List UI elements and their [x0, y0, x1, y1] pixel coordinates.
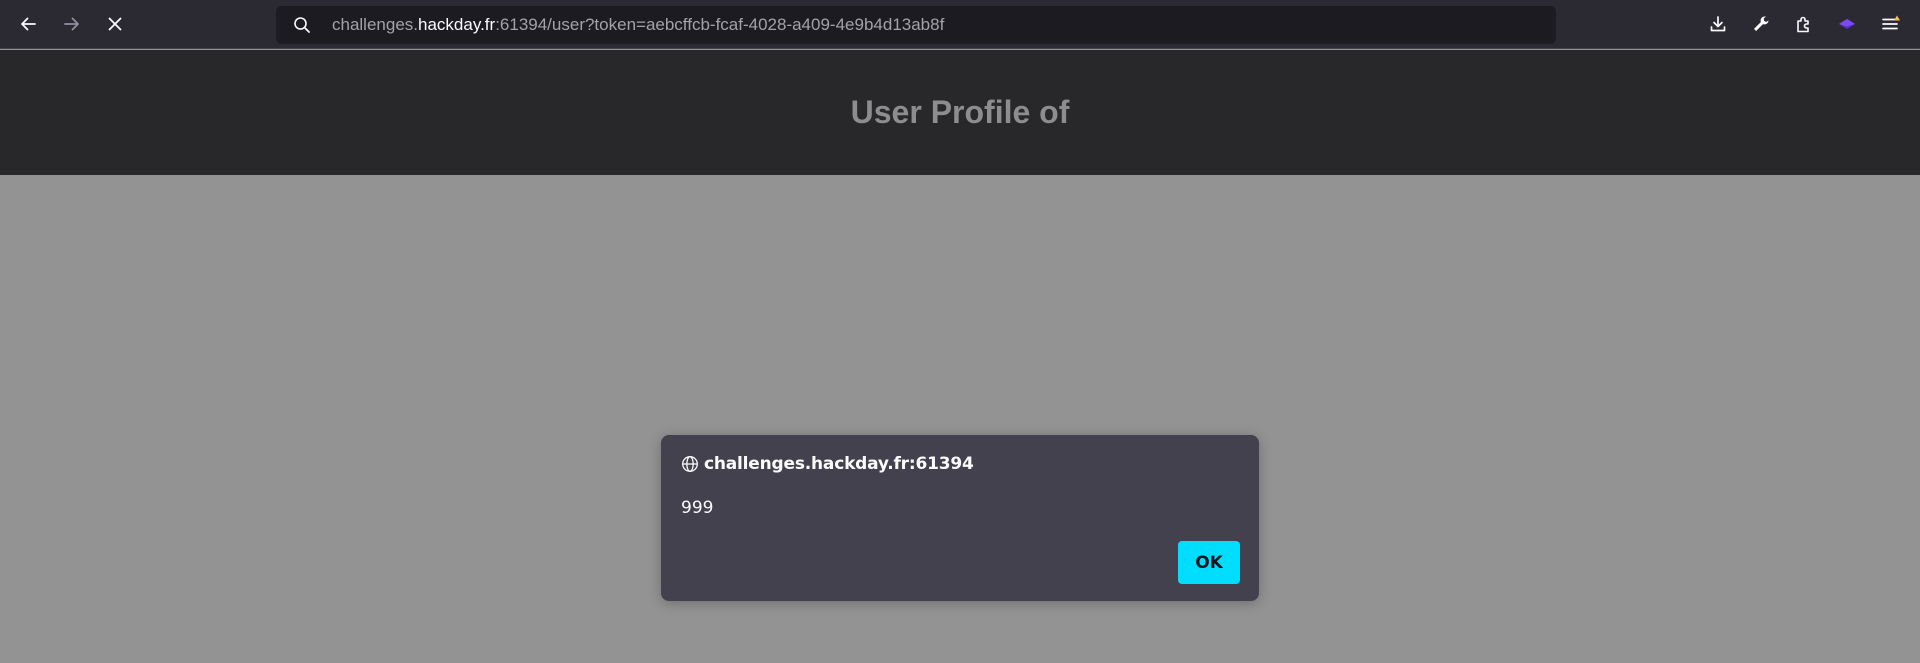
download-icon [1710, 16, 1726, 32]
stop-button[interactable] [98, 7, 132, 41]
puzzle-icon [1797, 16, 1809, 33]
extension-button[interactable] [1830, 7, 1864, 41]
url-host: hackday.fr [418, 15, 496, 34]
downloads-button[interactable] [1701, 7, 1735, 41]
page-header: User Profile of [0, 50, 1920, 175]
search-icon [294, 17, 310, 33]
url-text[interactable]: challenges.hackday.fr:61394/user?token=a… [332, 6, 944, 44]
url-bar[interactable]: challenges.hackday.fr:61394/user?token=a… [276, 6, 1556, 44]
globe-icon [682, 456, 698, 472]
url-suffix: :61394/user?token=aebcffcb-fcaf-4028-a40… [495, 15, 945, 34]
wrench-icon [1754, 16, 1769, 31]
notification-badge-icon [1894, 15, 1900, 21]
extensions-button[interactable] [1787, 7, 1821, 41]
forward-button[interactable] [55, 7, 89, 41]
dialog-origin: challenges.hackday.fr:61394 [704, 454, 974, 474]
alert-dialog: challenges.hackday.fr:61394 999 OK [661, 435, 1259, 601]
devtools-button[interactable] [1744, 7, 1778, 41]
url-prefix: challenges. [332, 15, 419, 34]
browser-toolbar: challenges.hackday.fr:61394/user?token=a… [0, 0, 1920, 49]
back-button[interactable] [11, 7, 45, 41]
close-icon [108, 17, 122, 31]
page-title: User Profile of [850, 94, 1070, 130]
dialog-header: challenges.hackday.fr:61394 [681, 453, 974, 475]
hamburger-menu-icon [1882, 15, 1900, 30]
dialog-message: 999 [681, 498, 714, 518]
arrow-right-icon [64, 17, 79, 31]
ok-button[interactable]: OK [1178, 541, 1240, 584]
arrow-left-icon [21, 17, 36, 31]
purple-layers-icon [1839, 19, 1855, 29]
app-menu-button[interactable] [1873, 7, 1907, 41]
